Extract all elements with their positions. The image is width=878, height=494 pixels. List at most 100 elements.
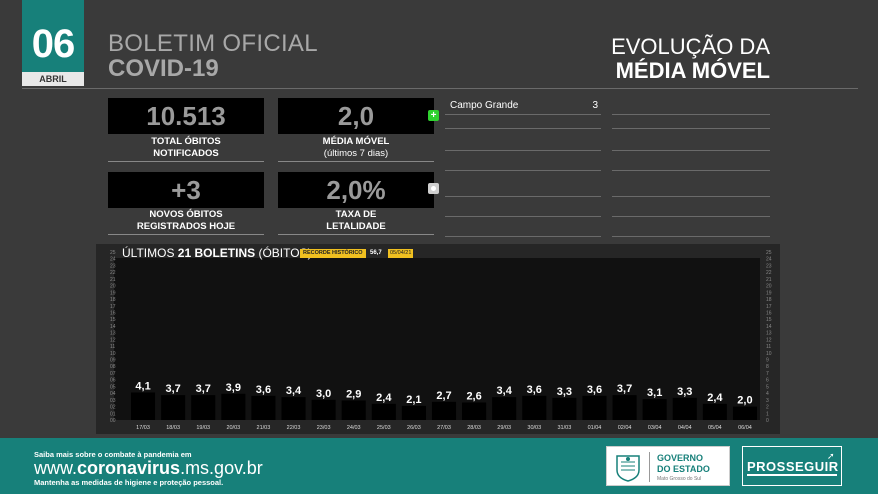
total-obitos-rule <box>108 161 264 162</box>
y-tick-left: 11 <box>110 344 115 350</box>
government-logo-divider <box>649 452 650 482</box>
table-row-line <box>445 236 601 237</box>
y-tick-left: 08 <box>110 364 116 370</box>
x-tick-label: 26/03 <box>407 425 421 431</box>
bar-value-label: 3,9 <box>226 382 241 394</box>
date-day: 06 <box>31 22 76 66</box>
bar-value-label: 2,6 <box>466 391 481 403</box>
table-row-line <box>612 128 770 129</box>
media-movel-label: MÉDIA MÓVEL (últimos 7 dias) <box>322 136 390 159</box>
chart-bar <box>642 399 667 420</box>
y-tick-right: 24 <box>766 257 772 263</box>
chart-bar <box>251 395 276 420</box>
chart-bar <box>702 403 727 420</box>
city-name: Campo Grande <box>450 100 519 111</box>
taxa-letalidade-label: TAXA DE LETALIDADE <box>326 209 386 232</box>
chart-bar <box>401 405 426 420</box>
chart-bar <box>492 397 517 420</box>
prosseguir-logo: PROSSEGUIR ➚ <box>742 446 842 486</box>
y-tick-right: 21 <box>766 277 772 283</box>
y-tick-left: 24 <box>110 257 116 263</box>
x-tick-label: 01/04 <box>588 425 602 431</box>
x-tick-label: 21/03 <box>257 425 271 431</box>
chart-bar <box>462 402 487 420</box>
section-title-line1: EVOLUÇÃO DA <box>611 34 770 59</box>
y-tick-right: 18 <box>766 297 772 303</box>
bar-value-label: 3,0 <box>316 388 331 400</box>
y-tick-left: 09 <box>110 358 116 364</box>
y-tick-left: 15 <box>110 317 116 323</box>
chart-bar <box>161 395 186 420</box>
chart-bar <box>341 400 366 420</box>
taxa-letalidade-rule <box>278 234 434 235</box>
chart-bar <box>221 393 246 420</box>
x-tick-label: 18/03 <box>166 425 180 431</box>
y-tick-left: 03 <box>110 398 116 404</box>
table-row-line <box>612 236 770 237</box>
x-tick-label: 31/03 <box>557 425 571 431</box>
government-logo-line2: DO ESTADO <box>657 464 710 474</box>
table-row-line <box>445 150 601 151</box>
dot-icon <box>428 183 439 194</box>
footer-hygiene-text: Mantenha as medidas de higiene e proteçã… <box>34 478 224 487</box>
plus-icon: + <box>428 110 439 121</box>
x-tick-label: 02/04 <box>618 425 632 431</box>
bar-value-label: 3,6 <box>527 384 542 396</box>
bar-value-label: 3,7 <box>165 383 180 395</box>
y-tick-right: 20 <box>766 284 772 290</box>
novos-obitos-box: +3 <box>108 172 264 208</box>
x-tick-label: 20/03 <box>226 425 240 431</box>
table-row-line <box>445 170 601 171</box>
total-obitos-box: 10.513 <box>108 98 264 134</box>
prosseguir-underline <box>747 474 837 476</box>
table-row-line <box>445 196 601 197</box>
chart-bar <box>522 395 547 420</box>
y-tick-right: 13 <box>766 331 772 337</box>
table-row-line <box>445 216 601 217</box>
bar-value-label: 3,6 <box>256 384 271 396</box>
bar-value-label: 2,7 <box>436 390 451 402</box>
bar-value-label: 3,4 <box>497 385 513 397</box>
table-row-line <box>612 216 770 217</box>
bar-value-label: 4,1 <box>135 380 150 392</box>
chart-bar <box>131 392 156 420</box>
x-tick-label: 06/04 <box>738 425 752 431</box>
media-movel-rule <box>278 161 434 162</box>
chart-bar <box>191 395 216 420</box>
bar-value-label: 2,4 <box>376 392 392 404</box>
bar-value-label: 2,9 <box>346 389 361 401</box>
bulletin-title: BOLETIM OFICIAL <box>108 30 318 57</box>
bar-value-label: 3,4 <box>286 385 302 397</box>
arrow-icon: ➚ <box>827 451 835 461</box>
y-tick-left: 14 <box>110 324 116 330</box>
taxa-letalidade-value: 2,0% <box>326 175 386 205</box>
bar-value-label: 3,6 <box>587 384 602 396</box>
footer-url[interactable]: www.coronavirus.ms.gov.br <box>34 458 263 479</box>
y-tick-left: 12 <box>110 337 116 343</box>
y-tick-left: 05 <box>110 384 116 390</box>
x-tick-label: 27/03 <box>437 425 451 431</box>
x-tick-label: 03/04 <box>648 425 662 431</box>
prosseguir-text: PROSSEGUIR <box>747 459 839 474</box>
total-obitos-value: 10.513 <box>146 101 226 131</box>
x-tick-label: 28/03 <box>467 425 481 431</box>
table-row-line <box>445 128 601 129</box>
y-tick-right: 0 <box>766 418 769 424</box>
y-tick-left: 17 <box>110 304 116 310</box>
bar-value-label: 2,0 <box>737 395 752 407</box>
y-tick-left: 02 <box>110 405 116 411</box>
y-tick-left: 23 <box>110 263 116 269</box>
table-row-line <box>612 196 770 197</box>
footer: Saiba mais sobre o combate à pandemia em… <box>0 438 878 494</box>
date-month: ABRIL <box>39 74 67 84</box>
x-tick-label: 22/03 <box>287 425 301 431</box>
bulletin-subtitle: COVID-19 <box>108 55 219 82</box>
government-logo-line3: Mato Grosso do Sul <box>657 476 702 482</box>
y-tick-right: 19 <box>766 290 772 296</box>
y-tick-left: 10 <box>110 351 116 357</box>
novos-obitos-rule <box>108 234 264 235</box>
government-logo-line1: GOVERNO <box>657 453 704 463</box>
y-tick-left: 00 <box>110 418 116 424</box>
y-tick-left: 18 <box>110 297 116 303</box>
section-title-line2: MÉDIA MÓVEL <box>615 58 770 83</box>
